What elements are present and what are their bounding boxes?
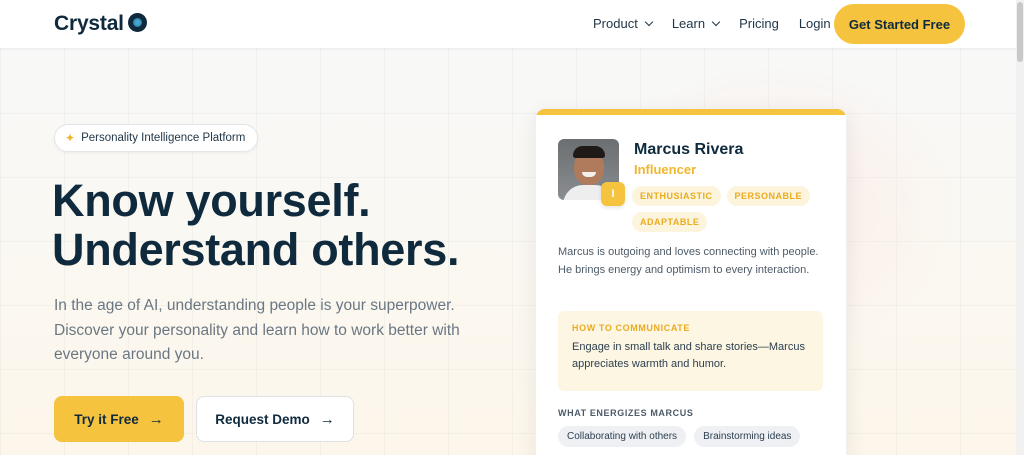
headline-line1: Know yourself. — [52, 175, 371, 226]
energizes-title: WHAT ENERGIZES MARCUS — [558, 408, 694, 418]
nav-item-product[interactable]: Product — [593, 16, 654, 31]
person-description: Marcus is outgoing and loves connecting … — [558, 246, 819, 276]
energizes-chip: Collaborating with others — [558, 426, 687, 447]
chevron-down-icon — [711, 17, 721, 27]
top-nav: Crystal Product Learn Pricing Login Get … — [0, 0, 1016, 49]
nav-item-label: Learn — [671, 16, 706, 31]
profile-card: I Marcus Rivera Influencer ENTHUSIASTIC … — [535, 108, 847, 455]
get-started-button[interactable]: Get Started Free — [834, 4, 965, 44]
trait-tags: ENTHUSIASTIC PERSONABLE ADAPTABLE — [632, 186, 842, 232]
trait-tag: ADAPTABLE — [632, 212, 708, 232]
nav-item-pricing[interactable]: Pricing — [739, 16, 779, 31]
trait-tag: PERSONABLE — [726, 186, 811, 206]
try-free-label: Try it Free — [74, 411, 139, 427]
request-demo-label: Request Demo — [215, 411, 310, 427]
request-demo-button[interactable]: Request Demo → — [196, 396, 354, 442]
arrow-right-icon: → — [319, 410, 335, 428]
platform-badge: ✦ Personality Intelligence Platform — [54, 124, 259, 152]
nav-item-login[interactable]: Login — [799, 16, 831, 31]
energizes-chips: Collaborating with others Brainstorming … — [558, 426, 838, 447]
arrow-right-icon: → — [148, 410, 164, 428]
logo-text: Crystal — [54, 12, 124, 35]
scrollbar-thumb[interactable] — [1017, 2, 1023, 62]
sparkle-icon: ✦ — [65, 131, 76, 145]
hero-headline: Know yourself. Understand others. — [52, 176, 459, 274]
communicate-title: HOW TO COMMUNICATE — [572, 323, 690, 333]
avatar-hair — [573, 146, 605, 158]
hero-subtext: In the age of AI, understanding people i… — [54, 297, 460, 363]
badge-label: Personality Intelligence Platform — [81, 132, 246, 144]
crystal-logo-icon — [127, 12, 147, 32]
energizes-chip: Brainstorming ideas — [694, 426, 801, 447]
personality-type-badge: I — [601, 182, 625, 206]
card-accent-bar — [536, 109, 846, 115]
person-name: Marcus Rivera — [634, 141, 744, 158]
nav-links: Product Learn Pricing Login — [593, 16, 851, 31]
page-scrollbar[interactable] — [1016, 0, 1024, 455]
logo[interactable]: Crystal — [54, 12, 147, 36]
communicate-text: Engage in small talk and share stories—M… — [572, 341, 805, 370]
try-free-button[interactable]: Try it Free → — [54, 396, 184, 442]
person-type: Influencer — [634, 162, 697, 177]
nav-item-label: Login — [798, 16, 831, 31]
chevron-down-icon — [644, 17, 654, 27]
communicate-box: HOW TO COMMUNICATE Engage in small talk … — [558, 311, 823, 391]
nav-item-label: Pricing — [739, 16, 779, 31]
nav-item-label: Product — [593, 16, 638, 31]
headline-line2: Understand others. — [52, 224, 460, 275]
trait-tag: ENTHUSIASTIC — [632, 186, 721, 206]
nav-item-learn[interactable]: Learn — [671, 16, 721, 31]
page: Crystal Product Learn Pricing Login Get … — [0, 0, 1024, 455]
